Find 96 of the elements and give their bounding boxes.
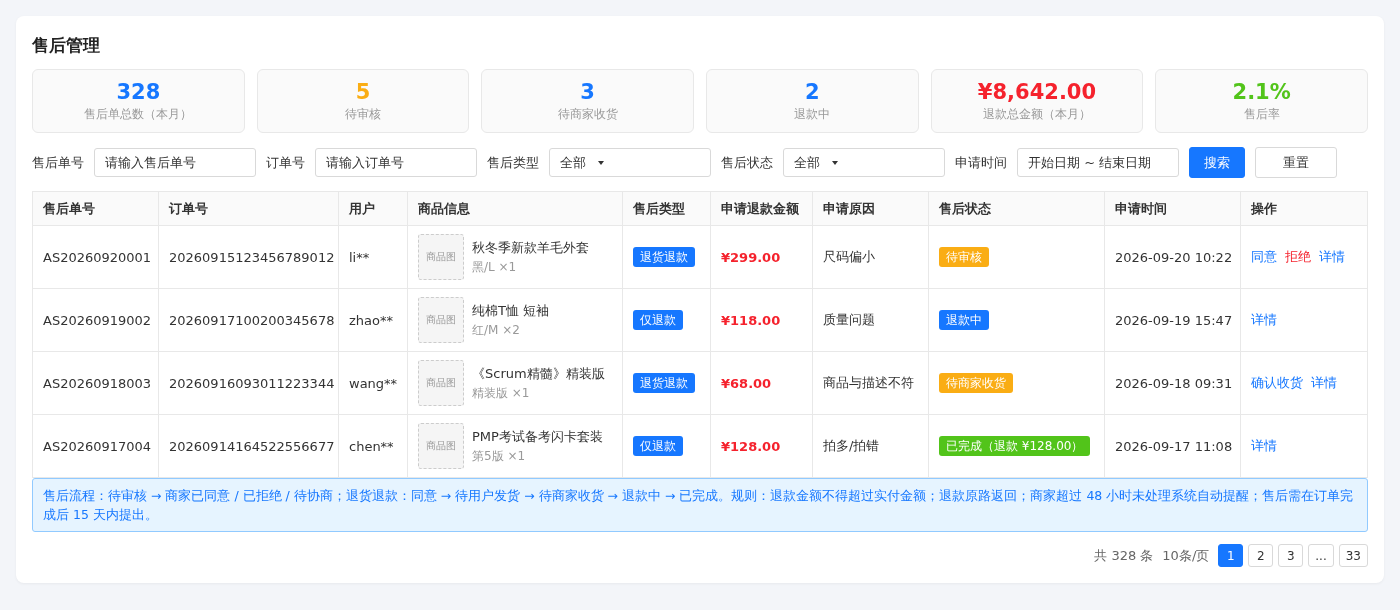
stat-label: 退款中 [794, 105, 831, 123]
table-cell: AS20260918003 [32, 351, 159, 415]
status-tag: 退款中 [939, 310, 989, 330]
column-header: 订单号 [158, 191, 339, 226]
product-thumbnail: 商品图 [418, 423, 464, 469]
product-name: PMP考试备考闪卡套装 [472, 427, 603, 446]
page-title: 售后管理 [32, 34, 101, 57]
table-cell: 20260915123456789012 [158, 225, 339, 289]
filter-label: 申请时间 [955, 153, 1007, 172]
table-cell: 20260917100200345678 [158, 288, 339, 352]
stat-value: 2 [805, 79, 820, 104]
total-count: 共 328 条 [1094, 546, 1154, 565]
amount-cell: ¥118.00 [710, 288, 813, 352]
amount-cell: ¥128.00 [710, 414, 813, 478]
stat-value: 3 [580, 79, 595, 104]
product-thumbnail: 商品图 [418, 360, 464, 406]
filter-label: 售后单号 [32, 153, 84, 172]
stat-value: 2.1% [1232, 79, 1291, 104]
table-cell: 质量问题 [812, 288, 929, 352]
stat-label: 待审核 [345, 105, 381, 123]
table-cell: 2026-09-17 11:08 [1104, 414, 1241, 478]
table-cell: AS20260919002 [32, 288, 159, 352]
stat-value: ¥8,642.00 [977, 79, 1097, 104]
column-header: 申请退款金额 [710, 191, 813, 226]
status-tag: 待商家收货 [939, 373, 1013, 393]
product-spec: 精装版 ×1 [472, 384, 531, 402]
product-spec: 红/M ×2 [472, 321, 521, 339]
column-header: 用户 [338, 191, 408, 226]
type-tag: 退货退款 [633, 373, 695, 393]
table-cell: zhao** [338, 288, 408, 352]
search-button[interactable]: 搜索 [1189, 147, 1245, 178]
table-cell: 2026-09-19 15:47 [1104, 288, 1241, 352]
page-button[interactable]: ... [1308, 544, 1334, 567]
input-field[interactable]: 请输入售后单号 [94, 148, 256, 177]
column-header: 申请原因 [812, 191, 929, 226]
stat-label: 售后单总数（本月） [84, 105, 193, 123]
stat-value: 5 [355, 79, 371, 104]
status-tag: 已完成（退款 ¥128.00） [939, 436, 1091, 456]
amount-cell: ¥299.00 [710, 225, 813, 289]
stat-label: 退款总金额（本月） [983, 105, 1091, 123]
table-cell: 商品与描述不符 [812, 351, 929, 415]
input-field[interactable]: 请输入订单号 [315, 148, 477, 177]
stat-label: 待商家收货 [557, 105, 618, 123]
filter-label: 售后类型 [487, 153, 539, 172]
type-tag: 仅退款 [633, 310, 683, 330]
page-button[interactable]: 1 [1218, 544, 1244, 567]
product-spec: 第5版 ×1 [472, 447, 527, 465]
action-link[interactable]: 详情 [1251, 312, 1277, 327]
caret-icon [598, 160, 604, 165]
column-header: 售后类型 [622, 191, 711, 226]
product-thumbnail: 商品图 [418, 297, 464, 343]
table-cell: 20260914164522556677 [158, 414, 339, 478]
column-header: 操作 [1240, 191, 1368, 226]
table-cell: chen** [338, 414, 408, 478]
page-button[interactable]: 33 [1338, 544, 1368, 567]
column-header: 商品信息 [407, 191, 623, 226]
page-button[interactable]: 3 [1278, 544, 1304, 567]
table-cell: 尺码偏小 [812, 225, 929, 289]
type-tag: 退货退款 [633, 247, 695, 267]
action-link[interactable]: 详情 [1251, 438, 1277, 453]
product-spec: 黑/L ×1 [472, 258, 518, 276]
product-name: 纯棉T恤 短袖 [472, 301, 550, 320]
table-cell: 2026-09-18 09:31 [1104, 351, 1241, 415]
column-header: 售后单号 [32, 191, 159, 226]
amount-cell: ¥68.00 [710, 351, 813, 415]
product-name: 秋冬季新款羊毛外套 [472, 238, 589, 257]
table-cell: 拍多/拍错 [812, 414, 929, 478]
table-cell: li** [338, 225, 408, 289]
page-size[interactable]: 10条/页 [1162, 546, 1210, 565]
table-cell: 2026-09-20 10:22 [1104, 225, 1241, 289]
table-cell: AS20260917004 [32, 414, 159, 478]
action-link[interactable]: 详情 [1319, 249, 1345, 264]
input-field[interactable]: 开始日期 ~ 结束日期 [1017, 148, 1179, 177]
product-name: 《Scrum精髓》精装版 [472, 364, 605, 383]
filter-label: 订单号 [266, 153, 305, 172]
stat-value: 328 [116, 79, 161, 104]
product-thumbnail: 商品图 [418, 234, 464, 280]
column-header: 申请时间 [1104, 191, 1241, 226]
action-link[interactable]: 详情 [1311, 375, 1337, 390]
notice-text: 售后流程：待审核 → 商家已同意 / 已拒绝 / 待协商；退货退款：同意 → 待用户发货 → 待商家收货 → 退款中 → 已完成。规则：退款金额不得超过实付金额；退款原路返回；商家超过 48 小时未处理系统自动提醒；售后需在订单完成后 15 天内提出。 [32, 478, 1368, 532]
table-cell: wang** [338, 351, 408, 415]
page-button[interactable]: 2 [1248, 544, 1274, 567]
table-cell: 20260916093011223344 [158, 351, 339, 415]
action-link[interactable]: 同意 [1251, 249, 1277, 264]
action-link[interactable]: 确认收货 [1251, 375, 1303, 390]
table-cell: AS20260920001 [32, 225, 159, 289]
column-header: 售后状态 [928, 191, 1105, 226]
filter-label: 售后状态 [721, 153, 773, 172]
caret-icon [832, 160, 838, 165]
type-tag: 仅退款 [633, 436, 683, 456]
reset-button[interactable]: 重置 [1255, 147, 1337, 178]
select-field[interactable]: 全部 [783, 148, 945, 177]
select-field[interactable]: 全部 [549, 148, 711, 177]
status-tag: 待审核 [939, 247, 989, 267]
action-link[interactable]: 拒绝 [1285, 249, 1311, 264]
stat-label: 售后率 [1243, 105, 1280, 123]
